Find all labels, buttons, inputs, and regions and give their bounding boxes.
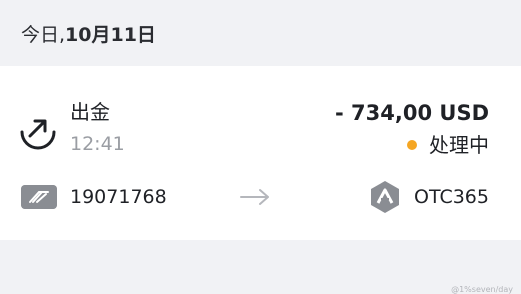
date-prefix: 今日, [21, 23, 66, 46]
transaction-title: 出金 [70, 100, 110, 124]
withdraw-arrow-icon [20, 119, 56, 150]
from-account-number: 19071768 [70, 186, 167, 208]
watermark-text: @1%seven/day [451, 285, 513, 294]
bottom-divider [0, 240, 521, 249]
transaction-amount: - 734,00 USD [335, 101, 489, 125]
broker-logo-icon [21, 185, 57, 209]
transaction-card[interactable]: 出金 12:41 - 734,00 USD 处理中 19071768 OTC36… [0, 66, 521, 294]
date-header: 今日, 10月11日 [0, 0, 521, 66]
status-label: 处理中 [429, 133, 489, 157]
arrow-right-icon [240, 189, 269, 205]
transaction-time: 12:41 [70, 133, 125, 155]
status-indicator: 处理中 [407, 133, 489, 157]
otc365-logo-icon [371, 181, 399, 213]
date-value: 10月11日 [65, 23, 156, 46]
status-dot-icon [407, 140, 417, 150]
recipient-name: OTC365 [414, 186, 489, 208]
